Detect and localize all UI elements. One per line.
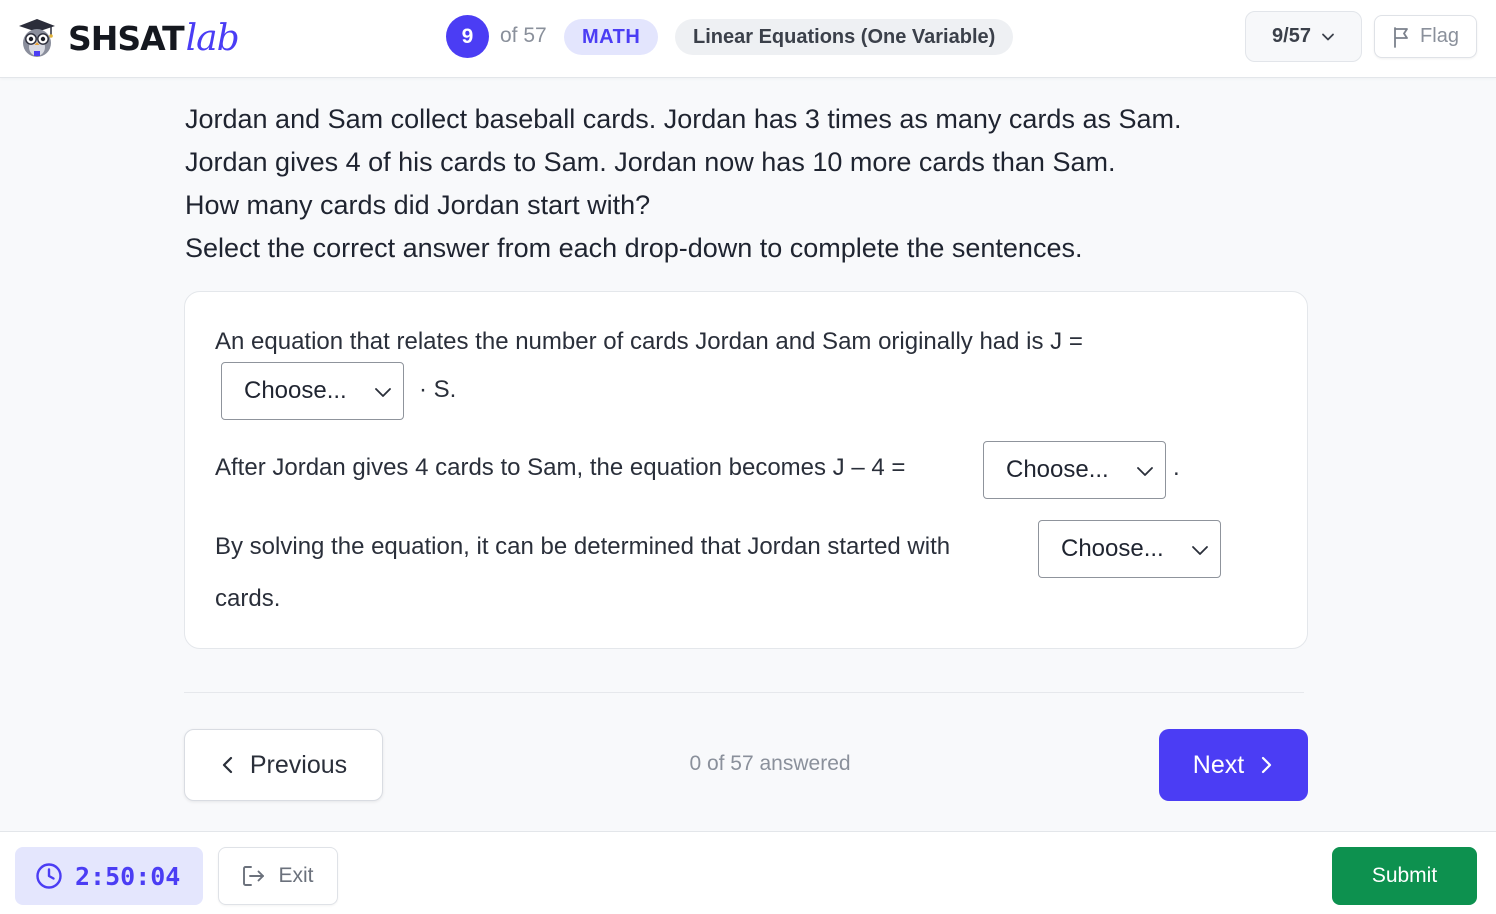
chevron-down-icon	[1322, 33, 1334, 40]
part-2-suffix: .	[1173, 454, 1180, 481]
chevron-right-icon	[1262, 756, 1272, 774]
answer-card: An equation that relates the number of c…	[184, 291, 1308, 649]
chevron-down-icon	[1192, 546, 1208, 555]
submit-button[interactable]: Submit	[1332, 847, 1477, 905]
previous-label: Previous	[249, 750, 348, 779]
stem-line: Jordan gives 4 of his cards to Sam. Jord…	[185, 147, 1116, 177]
exit-button[interactable]: Exit	[218, 847, 338, 905]
subject-badge: MATH	[564, 19, 659, 55]
clock-icon	[36, 863, 62, 889]
logout-icon	[243, 866, 265, 886]
part-3-dropdown[interactable]: Choose...	[1038, 520, 1221, 578]
top-bar: SHSAT lab 9 of 57 MATH Linear Equations …	[0, 0, 1496, 78]
part-3-dropdown-value: Choose...	[1061, 535, 1164, 562]
brand-logo[interactable]: SHSAT lab	[18, 16, 240, 60]
timer: 2:50:04	[15, 847, 203, 905]
next-label: Next	[1192, 750, 1245, 779]
part-2-text: After Jordan gives 4 cards to Sam, the e…	[215, 454, 906, 481]
previous-button[interactable]: Previous	[184, 729, 383, 801]
part-1-dropdown[interactable]: Choose...	[221, 362, 404, 420]
part-2-dropdown-value: Choose...	[1006, 456, 1109, 483]
owl-mascot-icon	[19, 19, 55, 57]
exit-label: Exit	[278, 864, 314, 887]
flag-button[interactable]: Flag	[1374, 15, 1477, 58]
answered-status: 0 of 57 answered	[689, 752, 851, 775]
timer-value: 2:50:04	[75, 861, 181, 891]
chevron-down-icon	[1137, 467, 1153, 476]
question-total: of 57	[500, 24, 547, 47]
part-3-text: By solving the equation, it can be deter…	[215, 533, 951, 560]
question-stem: Jordan and Sam collect baseball cards. J…	[185, 98, 1305, 270]
bottom-bar: 2:50:04 Exit Submit	[0, 831, 1496, 914]
brand-name: SHSAT	[68, 18, 185, 58]
part-1-suffix: · S.	[419, 376, 457, 403]
brand-name-accent: lab	[185, 17, 240, 59]
flag-label: Flag	[1420, 25, 1459, 47]
stem-line: Jordan and Sam collect baseball cards. J…	[185, 104, 1182, 134]
part-3-suffix: cards.	[215, 585, 281, 612]
flag-icon	[1394, 26, 1408, 48]
part-2-dropdown[interactable]: Choose...	[983, 441, 1166, 499]
chevron-left-icon	[222, 756, 232, 774]
stem-line: Select the correct answer from each drop…	[185, 233, 1083, 263]
chevron-down-icon	[375, 388, 391, 397]
stem-line: How many cards did Jordan start with?	[185, 190, 651, 220]
question-navigator-value: 9/57	[1272, 25, 1311, 47]
next-button[interactable]: Next	[1159, 729, 1308, 801]
divider	[184, 692, 1304, 693]
question-number-badge: 9	[446, 15, 489, 58]
question-navigator-dropdown[interactable]: 9/57	[1245, 11, 1362, 62]
topic-badge: Linear Equations (One Variable)	[675, 19, 1014, 55]
part-1-dropdown-value: Choose...	[244, 377, 347, 404]
part-1-text: An equation that relates the number of c…	[215, 328, 1083, 355]
